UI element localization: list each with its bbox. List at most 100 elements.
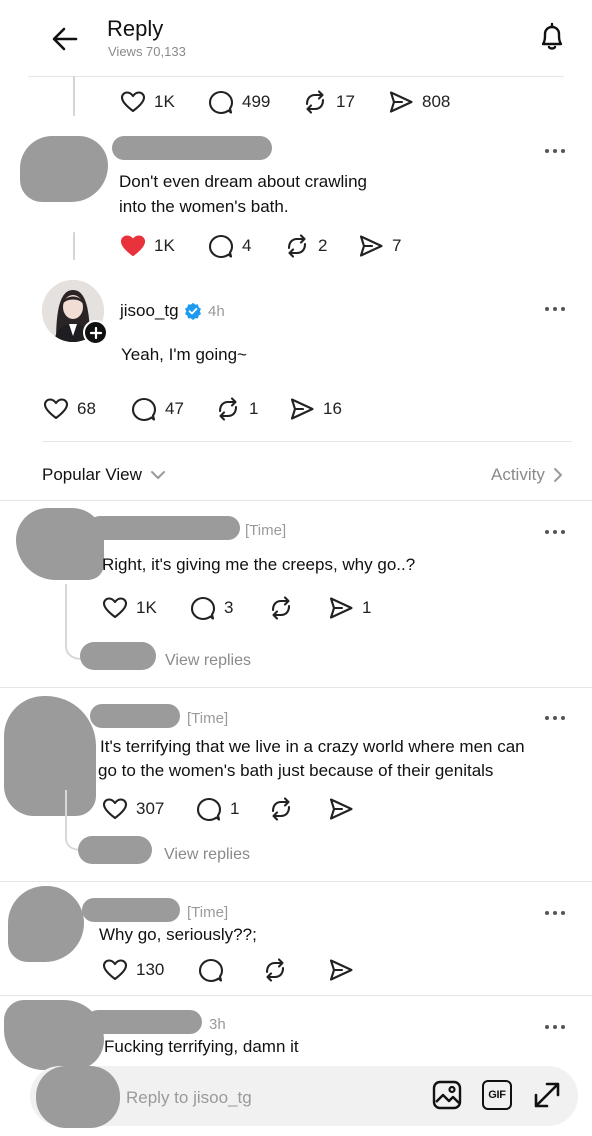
reply-count: 4: [242, 236, 252, 255]
verified-badge-icon: [185, 302, 201, 320]
send-icon: [290, 398, 314, 420]
reply-button[interactable]: 4: [208, 232, 251, 260]
redacted-avatar: [20, 136, 108, 202]
heart-filled-icon: [120, 235, 146, 257]
heart-icon: [102, 959, 128, 981]
expand-icon[interactable]: [532, 1080, 562, 1110]
comment-icon: [208, 234, 234, 259]
sort-dropdown[interactable]: Popular View: [42, 463, 166, 487]
reply-count: 499: [242, 92, 271, 111]
repost-icon: [305, 90, 325, 114]
share-count: 1: [362, 598, 372, 617]
repost-button[interactable]: [268, 795, 294, 823]
share-button[interactable]: 808: [388, 88, 450, 116]
more-options-icon[interactable]: [545, 530, 567, 536]
more-options-icon[interactable]: [545, 307, 567, 313]
redacted-username: [86, 1010, 202, 1034]
views-count: Views 70,133: [108, 44, 186, 59]
heart-icon: [102, 597, 128, 619]
view-replies-link[interactable]: View replies: [165, 652, 251, 670]
section-divider: [0, 995, 592, 996]
repost-icon: [271, 797, 291, 821]
repost-count: 1: [249, 399, 259, 418]
heart-icon: [102, 798, 128, 820]
redacted-username: [112, 136, 272, 160]
more-options-icon[interactable]: [545, 1025, 567, 1031]
username[interactable]: jisoo_tg: [120, 298, 179, 323]
like-count: 130: [136, 960, 165, 979]
reply-input[interactable]: Reply to jisoo_tg: [126, 1088, 252, 1108]
send-icon: [359, 235, 383, 257]
share-button[interactable]: 1: [328, 594, 371, 622]
send-icon: [329, 959, 353, 981]
send-icon: [329, 597, 353, 619]
reply-text: Fucking terrifying, damn it: [104, 1037, 299, 1056]
follow-plus-icon[interactable]: [83, 320, 108, 345]
chevron-down-icon: [150, 471, 165, 479]
heart-icon: [120, 91, 146, 113]
repost-button[interactable]: [268, 594, 294, 622]
reply-time: [Time]: [245, 522, 287, 539]
like-button[interactable]: 68: [43, 395, 96, 423]
repost-count: 2: [318, 236, 328, 255]
post-action-row: 68 47 1 16: [43, 395, 363, 423]
header-divider: [28, 76, 564, 77]
like-button[interactable]: 1K: [120, 88, 175, 116]
chevron-right-icon: [553, 468, 562, 482]
repost-button[interactable]: [262, 956, 288, 984]
like-button[interactable]: 307: [102, 795, 164, 823]
repost-button[interactable]: 1: [215, 395, 258, 423]
repost-button[interactable]: 2: [284, 232, 327, 260]
reply-button[interactable]: 1: [196, 795, 239, 823]
more-options-icon[interactable]: [545, 149, 567, 155]
back-arrow-icon[interactable]: [50, 24, 80, 54]
more-options-icon[interactable]: [545, 716, 567, 722]
reply-button[interactable]: 3: [190, 594, 233, 622]
like-button[interactable]: 1K: [120, 232, 175, 260]
image-icon[interactable]: [432, 1080, 462, 1110]
sort-label: Popular View: [42, 465, 142, 484]
thread-line: [73, 76, 75, 116]
share-count: 16: [323, 399, 342, 418]
repost-count: 17: [336, 92, 355, 111]
reply-button[interactable]: 499: [208, 88, 270, 116]
like-count: 1K: [154, 236, 175, 255]
share-count: 7: [392, 236, 402, 255]
comment-icon: [190, 596, 216, 621]
share-button[interactable]: [328, 795, 354, 823]
share-button[interactable]: 16: [289, 395, 342, 423]
section-divider: [0, 500, 592, 501]
comment-icon: [131, 397, 157, 422]
post-time: 4h: [208, 303, 225, 320]
gif-label: GIF: [488, 1089, 506, 1101]
activity-label: Activity: [491, 465, 545, 484]
page-title: Reply: [107, 16, 164, 41]
reply-text: Right, it's giving me the creeps, why go…: [102, 555, 416, 574]
redacted-username: [90, 704, 180, 728]
reply-button[interactable]: 47: [131, 395, 184, 423]
reply-count: 47: [165, 399, 184, 418]
like-count: 68: [77, 399, 96, 418]
more-options-icon[interactable]: [545, 911, 567, 917]
bell-icon[interactable]: [535, 20, 569, 54]
like-count: 1K: [136, 598, 157, 617]
view-replies-link[interactable]: View replies: [164, 846, 250, 864]
gif-button[interactable]: GIF: [482, 1080, 512, 1110]
like-button[interactable]: 1K: [102, 594, 157, 622]
reply-time: [Time]: [187, 710, 229, 727]
heart-icon: [43, 398, 69, 420]
repost-button[interactable]: 17: [302, 88, 355, 116]
redacted-avatar: [8, 886, 84, 962]
reply-button[interactable]: [198, 956, 224, 984]
section-divider: [0, 687, 592, 688]
like-button[interactable]: 130: [102, 956, 164, 984]
activity-link[interactable]: Activity: [491, 463, 563, 487]
share-button[interactable]: [328, 956, 354, 984]
send-icon: [389, 91, 413, 113]
reply-action-row: 307 1: [102, 795, 382, 823]
share-button[interactable]: 7: [358, 232, 401, 260]
redacted-avatar: [80, 642, 156, 670]
parent-action-row: 1K 499 17 808: [120, 88, 480, 116]
redacted-username: [88, 516, 240, 540]
send-icon: [329, 798, 353, 820]
